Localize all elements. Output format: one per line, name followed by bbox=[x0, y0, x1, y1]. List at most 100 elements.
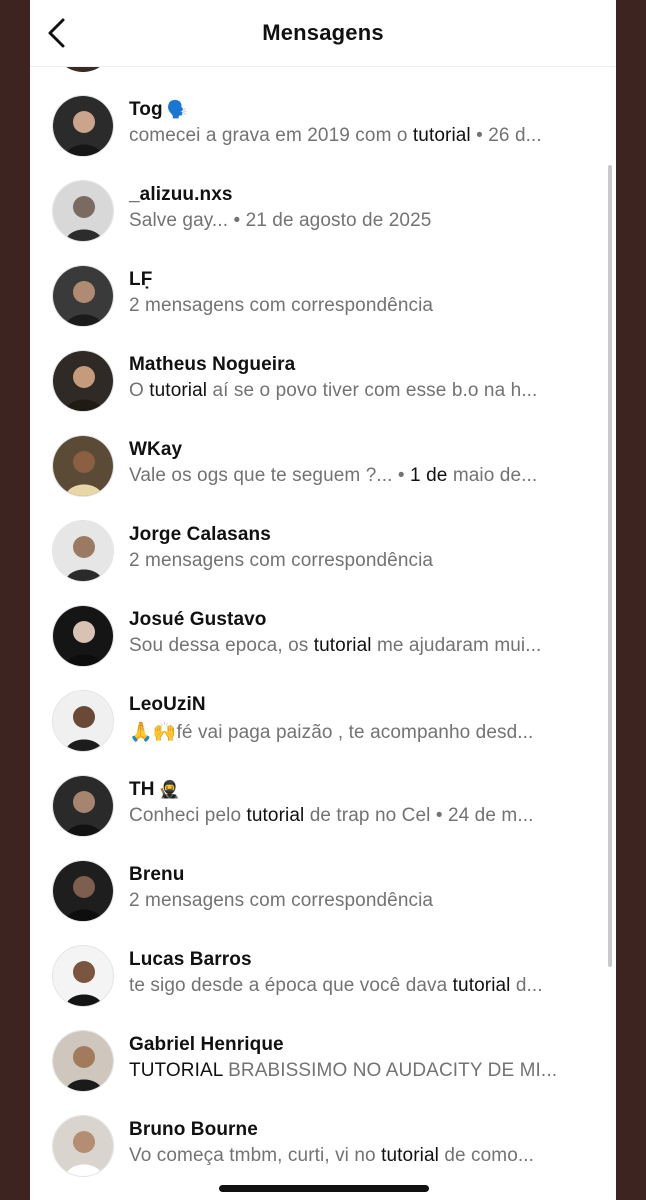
message-preview: O tutorial aí se o povo tiver com esse b… bbox=[129, 380, 575, 402]
name-emoji: 🥷 bbox=[158, 780, 180, 799]
conversation-name-text: Bruno Bourne bbox=[129, 1119, 258, 1140]
conversation-name: Bruno Bourne bbox=[129, 1119, 258, 1141]
message-preview: TUTORIAL BRABISSIMO NO AUDACITY DE MI... bbox=[129, 1060, 575, 1082]
conversation-row[interactable]: _alizuu.nxs Salve gay... • 21 de agosto d… bbox=[30, 170, 616, 255]
home-indicator[interactable] bbox=[219, 1185, 429, 1192]
conversation-row[interactable]: WKay Vale os ogs que te seguem ?... • 1 d… bbox=[30, 425, 616, 510]
scrollbar[interactable] bbox=[608, 165, 612, 967]
conversation-name: TH 🥷 bbox=[129, 779, 180, 801]
conversation-name-text: TH bbox=[129, 779, 155, 800]
preview-text: de como... bbox=[438, 1145, 535, 1166]
message-preview: 2 mensagens com correspondência bbox=[129, 550, 575, 572]
conversation-name-text: Matheus Nogueira bbox=[129, 354, 296, 375]
conversation-name-text: Josué Gustavo bbox=[129, 609, 267, 630]
preview-text: Salve gay... • 21 de agosto de 2025 bbox=[129, 210, 432, 231]
avatar[interactable] bbox=[52, 775, 114, 837]
preview-text: maio de... bbox=[447, 465, 538, 486]
highlighted-match: tutorial bbox=[313, 635, 372, 656]
message-preview: comecei a grava em 2019 com o tutorial •… bbox=[129, 125, 575, 147]
conversation-name: LF̣ bbox=[129, 269, 152, 291]
conversation-name: Gabriel Henrique bbox=[129, 1034, 284, 1056]
message-preview: 2 mensagens com correspondência bbox=[129, 295, 575, 317]
preview-text: • 26 d... bbox=[470, 125, 542, 146]
avatar[interactable] bbox=[52, 95, 114, 157]
conversation-name-text: Lucas Barros bbox=[129, 949, 252, 970]
message-preview: 🙏🙌fé vai paga paizão , te acompanho desd… bbox=[129, 720, 575, 744]
message-preview: Vo começa tmbm, curti, vi no tutorial de… bbox=[129, 1145, 575, 1167]
avatar[interactable] bbox=[52, 860, 114, 922]
preview-text: 2 mensagens com correspondência bbox=[129, 295, 434, 316]
conversation-name: Brenu bbox=[129, 864, 184, 886]
conversation-row[interactable]: Matheus Nogueira O tutorial aí se o povo … bbox=[30, 340, 616, 425]
avatar[interactable] bbox=[52, 520, 114, 582]
conversation-row[interactable]: TH 🥷 Conheci pelo tutorial de trap no Cel … bbox=[30, 765, 616, 850]
conversation-name: Matheus Nogueira bbox=[129, 354, 295, 376]
conversation-name-text: WKay bbox=[129, 439, 183, 460]
preview-text: te sigo desde a época que você dava bbox=[129, 975, 453, 996]
highlighted-match: tutorial bbox=[246, 805, 305, 826]
message-preview: te sigo desde a época que você dava tuto… bbox=[129, 975, 575, 997]
conversation-name: WKay bbox=[129, 439, 182, 461]
conversation-row[interactable]: Brenu 2 mensagens com correspondência bbox=[30, 850, 616, 935]
message-preview: Vale os ogs que te seguem ?... • 1 de ma… bbox=[129, 465, 575, 487]
highlighted-match: TUTORIAL bbox=[129, 1060, 223, 1081]
avatar[interactable] bbox=[52, 180, 114, 242]
conversation-row[interactable]: Lucas Barros te sigo desde a época que vo… bbox=[30, 935, 616, 1020]
conversation-row[interactable]: Tog 🗣️ comecei a grava em 2019 com o tutor… bbox=[30, 85, 616, 170]
conversation-row[interactable]: Gabriel Henrique TUTORIAL BRABISSIMO NO A… bbox=[30, 1020, 616, 1105]
avatar[interactable] bbox=[52, 690, 114, 752]
preview-text: O bbox=[129, 380, 150, 401]
preview-text: Sou dessa epoca, os bbox=[129, 635, 314, 656]
highlighted-match: tutorial bbox=[452, 975, 511, 996]
conversation-list[interactable]: Tog 🗣️ comecei a grava em 2019 com o tutor… bbox=[30, 0, 616, 1200]
message-preview: Conheci pelo tutorial de trap no Cel • 2… bbox=[129, 805, 575, 827]
conversation-name: LeoUziN bbox=[129, 694, 206, 716]
preview-text: 🙏🙌fé vai paga paizão , te acompanho desd… bbox=[129, 722, 534, 743]
conversation-row[interactable]: Josué Gustavo Sou dessa epoca, os tutoria… bbox=[30, 595, 616, 680]
preview-text: aí se o povo tiver com esse b.o na h... bbox=[207, 380, 538, 401]
conversation-name: Tog 🗣️ bbox=[129, 99, 188, 121]
preview-text: me ajudaram mui... bbox=[371, 635, 542, 656]
messages-screen: Tog 🗣️ comecei a grava em 2019 com o tutor… bbox=[30, 0, 616, 1200]
message-preview: Salve gay... • 21 de agosto de 2025 bbox=[129, 210, 575, 232]
preview-text: de trap no Cel • 24 de m... bbox=[304, 805, 534, 826]
conversation-name-text: Tog bbox=[129, 99, 163, 120]
conversation-name-text: LeoUziN bbox=[129, 694, 206, 715]
conversation-row[interactable]: LF̣ 2 mensagens com correspondência bbox=[30, 255, 616, 340]
top-bar: Mensagens bbox=[30, 0, 616, 67]
conversation-name-text: _alizuu.nxs bbox=[129, 184, 233, 205]
conversation-row[interactable]: Jorge Calasans 2 mensagens com correspond… bbox=[30, 510, 616, 595]
preview-text: 2 mensagens com correspondência bbox=[129, 550, 434, 571]
preview-text: comecei a grava em 2019 com o bbox=[129, 125, 413, 146]
preview-text: Vale os ogs que te seguem ?... • bbox=[129, 465, 411, 486]
avatar[interactable] bbox=[52, 605, 114, 667]
preview-text: 2 mensagens com correspondência bbox=[129, 890, 434, 911]
preview-text: BRABISSIMO NO AUDACITY DE MI... bbox=[222, 1060, 558, 1081]
conversation-name: Jorge Calasans bbox=[129, 524, 271, 546]
highlighted-match: tutorial bbox=[381, 1145, 439, 1166]
name-emoji: 🗣️ bbox=[166, 100, 188, 119]
conversation-name-text: Gabriel Henrique bbox=[129, 1034, 284, 1055]
conversation-name: _alizuu.nxs bbox=[129, 184, 233, 206]
highlighted-match: 1 de bbox=[410, 465, 448, 486]
conversation-name: Lucas Barros bbox=[129, 949, 252, 971]
message-preview: 2 mensagens com correspondência bbox=[129, 890, 575, 912]
conversation-row[interactable]: Bruno Bourne Vo começa tmbm, curti, vi no… bbox=[30, 1105, 616, 1190]
preview-text: d... bbox=[510, 975, 543, 996]
avatar[interactable] bbox=[52, 435, 114, 497]
highlighted-match: tutorial bbox=[149, 380, 208, 401]
preview-text: Conheci pelo bbox=[129, 805, 247, 826]
highlighted-match: tutorial bbox=[412, 125, 471, 146]
conversation-name-text: Brenu bbox=[129, 864, 185, 885]
avatar[interactable] bbox=[52, 265, 114, 327]
avatar[interactable] bbox=[52, 350, 114, 412]
preview-text: Vo começa tmbm, curti, vi no bbox=[129, 1145, 382, 1166]
conversation-name-text: Jorge Calasans bbox=[129, 524, 271, 545]
conversation-name-text: LF̣ bbox=[129, 269, 153, 290]
conversation-row[interactable]: LeoUziN 🙏🙌fé vai paga paizão , te acompan… bbox=[30, 680, 616, 765]
page-title: Mensagens bbox=[262, 20, 384, 45]
avatar[interactable] bbox=[52, 1115, 114, 1177]
message-preview: Sou dessa epoca, os tutorial me ajudaram… bbox=[129, 635, 575, 657]
avatar[interactable] bbox=[52, 945, 114, 1007]
avatar[interactable] bbox=[52, 1030, 114, 1092]
